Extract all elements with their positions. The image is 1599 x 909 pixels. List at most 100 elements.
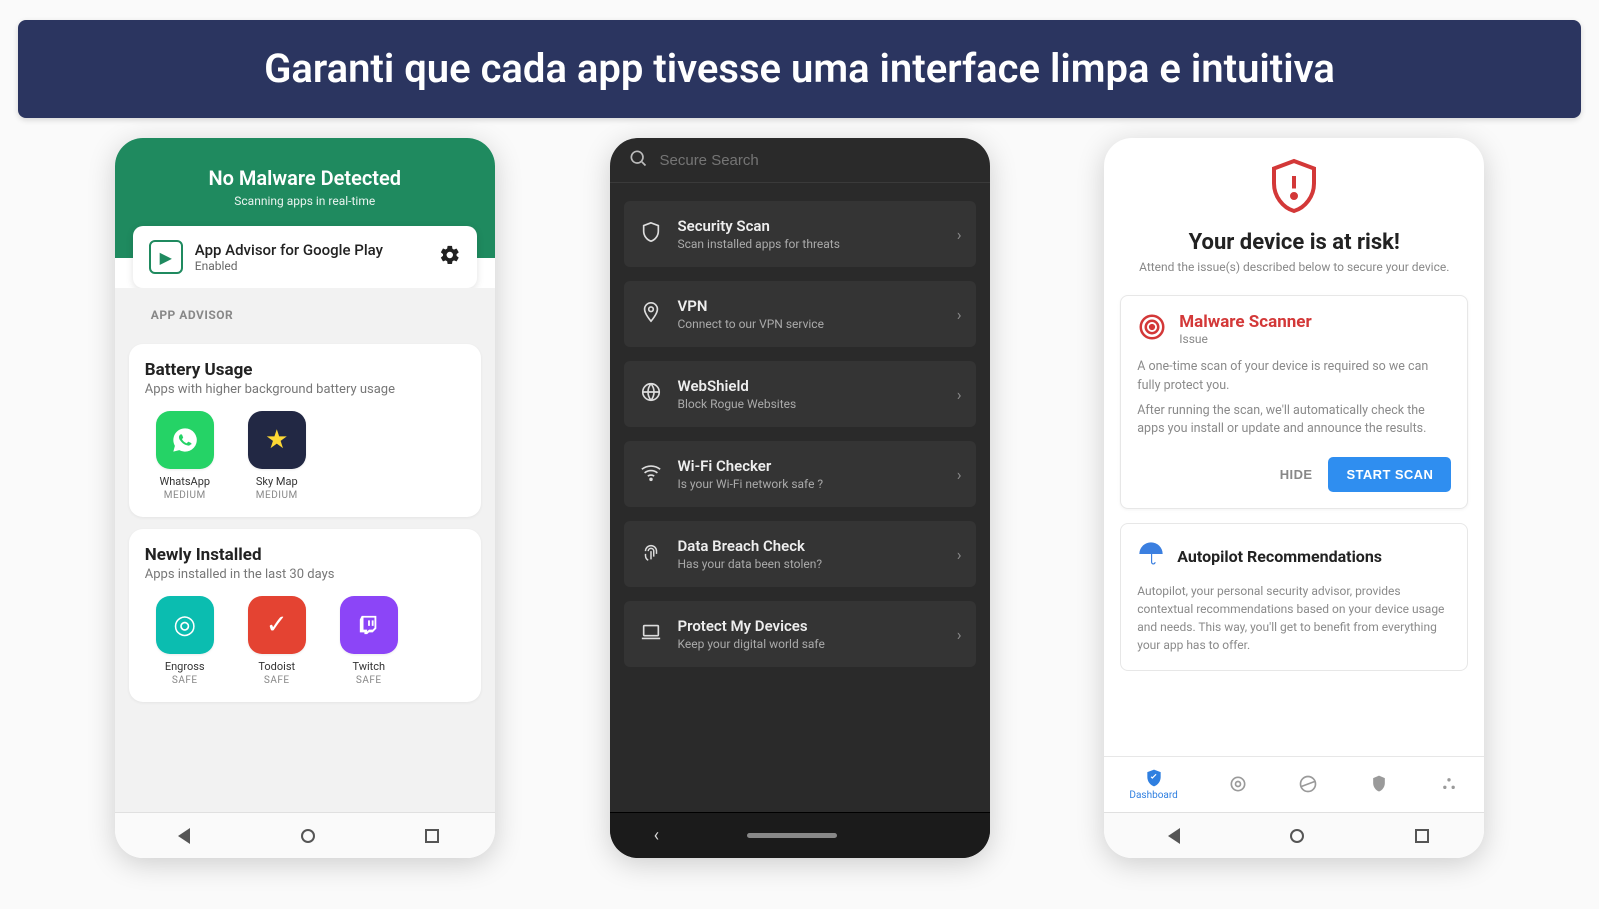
todoist-icon: ✓ <box>248 596 306 654</box>
battery-title: Battery Usage <box>145 360 465 380</box>
chevron-right-icon: › <box>957 545 962 564</box>
item-vpn[interactable]: VPN Connect to our VPN service › <box>624 281 976 347</box>
chevron-right-icon: › <box>957 385 962 404</box>
item-wifi-checker[interactable]: Wi-Fi Checker Is your Wi-Fi network safe… <box>624 441 976 507</box>
app-tile-skymap[interactable]: ★ Sky Map MEDIUM <box>237 411 317 501</box>
item-title: VPN <box>678 297 943 315</box>
nav-recent-icon[interactable] <box>1415 829 1429 843</box>
tile-status: MEDIUM <box>145 490 225 501</box>
search-icon <box>628 148 648 172</box>
tile-name: Todoist <box>237 660 317 673</box>
advisor-status: Enabled <box>195 259 439 273</box>
item-sub: Connect to our VPN service <box>678 317 943 331</box>
battery-usage-card[interactable]: Battery Usage Apps with higher backgroun… <box>129 344 481 517</box>
wifi-icon <box>638 461 664 488</box>
hide-button[interactable]: HIDE <box>1280 467 1313 482</box>
top-banner: Garanti que cada app tivesse uma interfa… <box>18 20 1581 118</box>
search-bar[interactable] <box>610 138 990 183</box>
autopilot-title: Autopilot Recommendations <box>1177 547 1382 566</box>
banner-text: Garanti que cada app tivesse uma interfa… <box>264 45 1335 92</box>
phones-row: No Malware Detected Scanning apps in rea… <box>0 78 1599 858</box>
card-body-1: A one-time scan of your device is requir… <box>1137 358 1451 396</box>
android-navbar <box>115 812 495 858</box>
tab-scan[interactable] <box>1228 774 1248 796</box>
app-tile-todoist[interactable]: ✓ Todoist SAFE <box>237 596 317 686</box>
item-title: Data Breach Check <box>678 537 943 555</box>
tab-dashboard[interactable]: Dashboard <box>1129 768 1177 801</box>
tab-more[interactable] <box>1439 774 1459 796</box>
feature-list: Security Scan Scan installed apps for th… <box>610 183 990 812</box>
fingerprint-icon <box>638 541 664 568</box>
chevron-right-icon: › <box>957 465 962 484</box>
item-sub: Has your data been stolen? <box>678 557 943 571</box>
section-label: APP ADVISOR <box>129 288 481 332</box>
app-tile-engross[interactable]: ◎ Engross SAFE <box>145 596 225 686</box>
item-title: Wi-Fi Checker <box>678 457 943 475</box>
start-scan-button[interactable]: START SCAN <box>1328 457 1451 492</box>
tile-name: WhatsApp <box>145 475 225 488</box>
p1-header: No Malware Detected Scanning apps in rea… <box>115 138 495 258</box>
tile-status: SAFE <box>329 675 409 686</box>
nav-home-pill[interactable] <box>747 833 837 838</box>
tile-status: SAFE <box>237 675 317 686</box>
card-sub: Issue <box>1179 332 1311 346</box>
globe-icon <box>638 381 664 408</box>
tab-label: Dashboard <box>1129 790 1177 801</box>
phone-norton: No Malware Detected Scanning apps in rea… <box>115 138 495 858</box>
item-sub: Is your Wi-Fi network safe ? <box>678 477 943 491</box>
tile-status: SAFE <box>145 675 225 686</box>
gear-icon[interactable] <box>439 244 461 271</box>
chevron-right-icon: › <box>957 305 962 324</box>
search-input[interactable] <box>660 152 972 169</box>
p1-header-title: No Malware Detected <box>135 166 475 190</box>
p1-header-sub: Scanning apps in real-time <box>135 194 475 208</box>
newly-installed-card[interactable]: Newly Installed Apps installed in the la… <box>129 529 481 702</box>
tab-privacy[interactable] <box>1369 774 1389 796</box>
item-data-breach[interactable]: Data Breach Check Has your data been sto… <box>624 521 976 587</box>
laptop-icon <box>638 621 664 648</box>
item-sub: Keep your digital world safe <box>678 637 943 651</box>
tile-name: Twitch <box>329 660 409 673</box>
nav-home-icon[interactable] <box>301 829 315 843</box>
item-webshield[interactable]: WebShield Block Rogue Websites › <box>624 361 976 427</box>
item-security-scan[interactable]: Security Scan Scan installed apps for th… <box>624 201 976 267</box>
battery-sub: Apps with higher background battery usag… <box>145 382 465 397</box>
location-pin-icon <box>638 301 664 328</box>
phone-bitdefender: Your device is at risk! Attend the issue… <box>1104 138 1484 858</box>
tile-name: Sky Map <box>237 475 317 488</box>
twitch-icon <box>340 596 398 654</box>
engross-icon: ◎ <box>156 596 214 654</box>
chevron-right-icon: › <box>957 625 962 644</box>
nav-back-icon[interactable] <box>1160 828 1180 844</box>
tab-web[interactable] <box>1298 774 1318 796</box>
app-tile-whatsapp[interactable]: WhatsApp MEDIUM <box>145 411 225 501</box>
nav-home-icon[interactable] <box>1290 829 1304 843</box>
nav-back-icon[interactable] <box>170 828 190 844</box>
advisor-title: App Advisor for Google Play <box>195 241 439 259</box>
newly-sub: Apps installed in the last 30 days <box>145 567 465 582</box>
autopilot-card: Autopilot Recommendations Autopilot, you… <box>1120 523 1468 671</box>
whatsapp-icon <box>156 411 214 469</box>
chevron-right-icon: › <box>957 225 962 244</box>
target-icon <box>1137 312 1167 346</box>
android-navbar <box>1104 812 1484 858</box>
item-title: WebShield <box>678 377 943 395</box>
skymap-icon: ★ <box>248 411 306 469</box>
item-title: Protect My Devices <box>678 617 943 635</box>
tile-name: Engross <box>145 660 225 673</box>
nav-back-icon[interactable]: ‹ <box>654 825 659 846</box>
umbrella-icon <box>1137 540 1165 572</box>
p1-body: APP ADVISOR Battery Usage Apps with high… <box>115 288 495 812</box>
play-store-icon: ▶ <box>149 240 183 274</box>
risk-subtitle: Attend the issue(s) described below to s… <box>1120 259 1468 275</box>
nav-recent-icon[interactable] <box>425 829 439 843</box>
app-tile-twitch[interactable]: Twitch SAFE <box>329 596 409 686</box>
card-body-2: After running the scan, we'll automatica… <box>1137 402 1451 440</box>
item-sub: Block Rogue Websites <box>678 397 943 411</box>
malware-scanner-card: Malware Scanner Issue A one-time scan of… <box>1120 295 1468 509</box>
item-protect-devices[interactable]: Protect My Devices Keep your digital wor… <box>624 601 976 667</box>
bottom-tabs: Dashboard <box>1104 756 1484 812</box>
phone-dark-security: Security Scan Scan installed apps for th… <box>610 138 990 858</box>
app-advisor-card[interactable]: ▶ App Advisor for Google Play Enabled <box>133 226 477 288</box>
p3-body: Your device is at risk! Attend the issue… <box>1104 138 1484 756</box>
